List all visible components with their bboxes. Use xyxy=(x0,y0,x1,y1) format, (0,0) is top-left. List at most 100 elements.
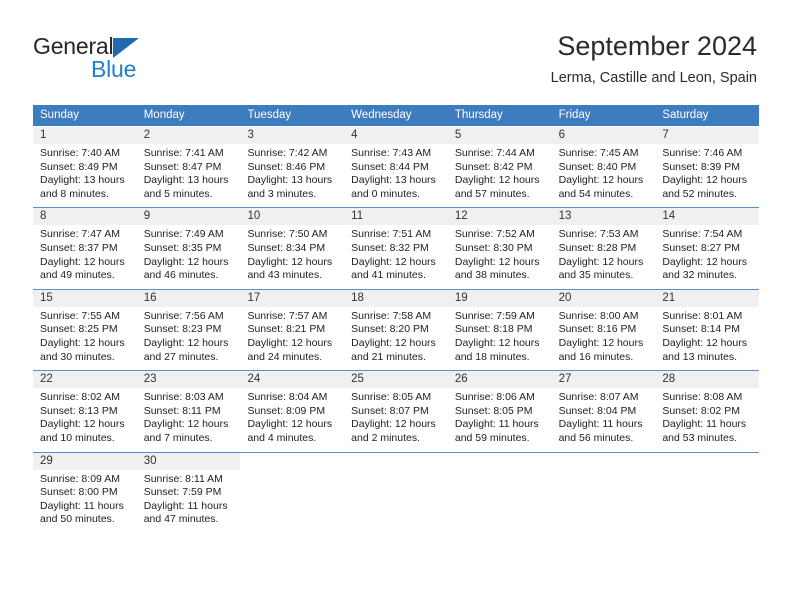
day-cell-15[interactable]: 15 Sunrise: 7:55 AM Sunset: 8:25 PM Dayligh… xyxy=(33,289,137,371)
weekday-header-saturday: Saturday xyxy=(662,109,709,121)
day-number: 22 xyxy=(40,373,53,386)
day-number-band: 22 xyxy=(33,371,137,389)
brand-name-blue: Blue xyxy=(91,56,137,82)
daylight-text-line2: and 5 minutes. xyxy=(143,187,213,200)
sunrise-text: Sunrise: 7:42 AM xyxy=(247,147,328,159)
day-cell-20[interactable]: 20 Sunrise: 8:00 AM Sunset: 8:16 PM Dayligh… xyxy=(551,289,656,371)
day-details: Sunrise: 7:53 AM Sunset: 8:28 PM Daylight:… xyxy=(552,225,656,288)
daylight-text-line2: and 24 minutes. xyxy=(247,350,323,363)
day-cell-13[interactable]: 13 Sunrise: 7:53 AM Sunset: 8:28 PM Dayligh… xyxy=(551,208,656,289)
daylight-text-line2: and 7 minutes. xyxy=(143,431,213,444)
day-number-band: 18 xyxy=(344,289,448,307)
day-number: 17 xyxy=(247,291,261,304)
day-number: 15 xyxy=(40,291,53,304)
day-cell-21[interactable]: 21 Sunrise: 8:01 AM Sunset: 8:14 PM Dayligh… xyxy=(655,289,760,371)
calendar-week-row: 22 Sunrise: 8:02 AM Sunset: 8:13 PM Dayligh… xyxy=(33,370,760,452)
daylight-text-line2: and 54 minutes. xyxy=(558,187,634,200)
daylight-text-line2: and 52 minutes. xyxy=(662,187,738,200)
day-cell-30[interactable]: 30 Sunrise: 8:11 AM Sunset: 7:59 PM Dayligh… xyxy=(136,452,241,533)
day-details xyxy=(551,469,656,533)
day-cell-12[interactable]: 12 Sunrise: 7:52 AM Sunset: 8:30 PM Dayligh… xyxy=(447,208,552,289)
day-cell-10[interactable]: 10 Sunrise: 7:50 AM Sunset: 8:34 PM Dayligh… xyxy=(240,208,345,289)
sunset-text: Sunset: 8:11 PM xyxy=(143,404,221,417)
day-cell-8[interactable]: 8 Sunrise: 7:47 AM Sunset: 8:37 PM Daylight… xyxy=(33,208,137,289)
day-cell-3[interactable]: 3 Sunrise: 7:42 AM Sunset: 8:46 PM Daylight… xyxy=(240,127,345,208)
day-details xyxy=(655,469,760,533)
daylight-text-line2: and 16 minutes. xyxy=(558,350,634,363)
day-cell-14[interactable]: 14 Sunrise: 7:54 AM Sunset: 8:27 PM Dayligh… xyxy=(655,208,760,289)
weekday-header-row: Sunday Monday Tuesday Wednesday Thursday Frid… xyxy=(33,105,759,126)
day-cell-empty xyxy=(655,452,760,533)
day-number: 11 xyxy=(351,210,364,223)
day-details: Sunrise: 8:11 AM Sunset: 7:59 PM Daylight:… xyxy=(137,470,241,533)
daylight-text-line2: and 49 minutes. xyxy=(40,269,115,282)
day-number: 21 xyxy=(662,291,676,304)
day-cell-11[interactable]: 11 Sunrise: 7:51 AM Sunset: 8:32 PM Dayligh… xyxy=(344,208,448,289)
day-cell-18[interactable]: 18 Sunrise: 7:58 AM Sunset: 8:20 PM Dayligh… xyxy=(344,289,448,371)
daylight-text-line1: Daylight: 11 hours xyxy=(143,499,228,512)
sunrise-text: Sunrise: 7:41 AM xyxy=(143,147,224,159)
day-number: 10 xyxy=(247,210,261,223)
day-cell-19[interactable]: 19 Sunrise: 7:59 AM Sunset: 8:18 PM Dayligh… xyxy=(447,289,552,371)
sunset-text: Sunset: 8:23 PM xyxy=(143,323,222,336)
daylight-text-line2: and 21 minutes. xyxy=(351,350,426,363)
day-cell-5[interactable]: 5 Sunrise: 7:44 AM Sunset: 8:42 PM Daylight… xyxy=(447,127,552,208)
sunset-text: Sunset: 8:42 PM xyxy=(454,160,533,173)
daylight-text-line1: Daylight: 13 hours xyxy=(143,174,229,187)
day-number-band: 30 xyxy=(136,452,241,470)
day-number-band: 29 xyxy=(33,452,137,470)
day-cell-25[interactable]: 25 Sunrise: 8:05 AM Sunset: 8:07 PM Dayligh… xyxy=(344,371,448,452)
brand-logo[interactable]: General Blue xyxy=(33,33,233,83)
day-cell-1[interactable]: 1 Sunrise: 7:40 AM Sunset: 8:49 PM Daylight… xyxy=(33,127,137,208)
daylight-text-line2: and 41 minutes. xyxy=(351,269,426,282)
day-cell-4[interactable]: 4 Sunrise: 7:43 AM Sunset: 8:44 PM Daylight… xyxy=(344,127,448,208)
day-details: Sunrise: 8:01 AM Sunset: 8:14 PM Daylight:… xyxy=(655,307,759,370)
day-cell-24[interactable]: 24 Sunrise: 8:04 AM Sunset: 8:09 PM Dayligh… xyxy=(240,371,345,452)
daylight-text-line2: and 10 minutes. xyxy=(40,431,115,444)
calendar-week-row: 29 Sunrise: 8:09 AM Sunset: 8:00 PM Dayligh… xyxy=(33,451,760,533)
day-cell-28[interactable]: 28 Sunrise: 8:08 AM Sunset: 8:02 PM Dayligh… xyxy=(655,371,760,452)
sunrise-text: Sunrise: 7:54 AM xyxy=(662,228,743,241)
day-details: Sunrise: 7:57 AM Sunset: 8:21 PM Daylight:… xyxy=(240,307,344,370)
day-cell-7[interactable]: 7 Sunrise: 7:46 AM Sunset: 8:39 PM Daylight… xyxy=(655,127,760,208)
daylight-text-line2: and 56 minutes. xyxy=(558,431,634,444)
day-details: Sunrise: 7:43 AM Sunset: 8:44 PM Daylight:… xyxy=(344,144,448,207)
day-details: Sunrise: 7:56 AM Sunset: 8:23 PM Daylight:… xyxy=(137,307,241,370)
day-cell-29[interactable]: 29 Sunrise: 8:09 AM Sunset: 8:00 PM Dayligh… xyxy=(33,452,137,533)
day-details: Sunrise: 7:49 AM Sunset: 8:35 PM Daylight:… xyxy=(137,225,241,288)
day-cell-22[interactable]: 22 Sunrise: 8:02 AM Sunset: 8:13 PM Dayligh… xyxy=(33,371,137,452)
sunset-text: Sunset: 8:18 PM xyxy=(454,323,533,336)
daylight-text-line1: Daylight: 12 hours xyxy=(247,336,333,349)
daylight-text-line1: Daylight: 11 hours xyxy=(454,418,539,431)
daylight-text-line2: and 3 minutes. xyxy=(247,187,317,200)
daylight-text-line1: Daylight: 12 hours xyxy=(143,336,229,349)
day-number-band: 2 xyxy=(136,127,241,144)
daylight-text-line1: Daylight: 12 hours xyxy=(662,255,747,268)
day-cell-27[interactable]: 27 Sunrise: 8:07 AM Sunset: 8:04 PM Dayligh… xyxy=(551,371,656,452)
day-cell-16[interactable]: 16 Sunrise: 7:56 AM Sunset: 8:23 PM Dayligh… xyxy=(136,289,241,371)
sunset-text: Sunset: 8:16 PM xyxy=(558,323,637,336)
weekday-header-wednesday: Wednesday xyxy=(351,109,412,121)
day-details: Sunrise: 7:51 AM Sunset: 8:32 PM Daylight:… xyxy=(344,225,448,288)
day-cell-17[interactable]: 17 Sunrise: 7:57 AM Sunset: 8:21 PM Dayligh… xyxy=(240,289,345,371)
day-cell-26[interactable]: 26 Sunrise: 8:06 AM Sunset: 8:05 PM Dayligh… xyxy=(447,371,552,452)
day-number-band: 19 xyxy=(447,289,552,307)
daylight-text-line1: Daylight: 12 hours xyxy=(454,174,540,187)
day-number-band xyxy=(655,452,760,470)
sunrise-text: Sunrise: 7:53 AM xyxy=(558,228,639,241)
day-cell-6[interactable]: 6 Sunrise: 7:45 AM Sunset: 8:40 PM Daylight… xyxy=(551,127,656,208)
sunrise-text: Sunrise: 7:40 AM xyxy=(40,147,120,159)
day-number-band: 21 xyxy=(655,289,760,307)
day-cell-9[interactable]: 9 Sunrise: 7:49 AM Sunset: 8:35 PM Daylight… xyxy=(136,208,241,289)
day-details: Sunrise: 7:55 AM Sunset: 8:25 PM Daylight:… xyxy=(33,307,137,370)
sunset-text: Sunset: 8:44 PM xyxy=(351,160,429,173)
day-details: Sunrise: 8:04 AM Sunset: 8:09 PM Daylight:… xyxy=(240,388,344,451)
day-cell-23[interactable]: 23 Sunrise: 8:03 AM Sunset: 8:11 PM Dayligh… xyxy=(136,371,241,452)
day-cell-2[interactable]: 2 Sunrise: 7:41 AM Sunset: 8:47 PM Daylight… xyxy=(136,127,241,208)
page-header: General Blue September 2024 Lerma, Casti… xyxy=(0,0,792,102)
sunset-text: Sunset: 8:04 PM xyxy=(558,404,637,417)
sunrise-text: Sunrise: 7:56 AM xyxy=(143,309,224,322)
day-number: 28 xyxy=(662,373,676,386)
sunrise-text: Sunrise: 8:09 AM xyxy=(40,472,120,485)
calendar-week-row: 8 Sunrise: 7:47 AM Sunset: 8:37 PM Daylight… xyxy=(33,207,760,289)
